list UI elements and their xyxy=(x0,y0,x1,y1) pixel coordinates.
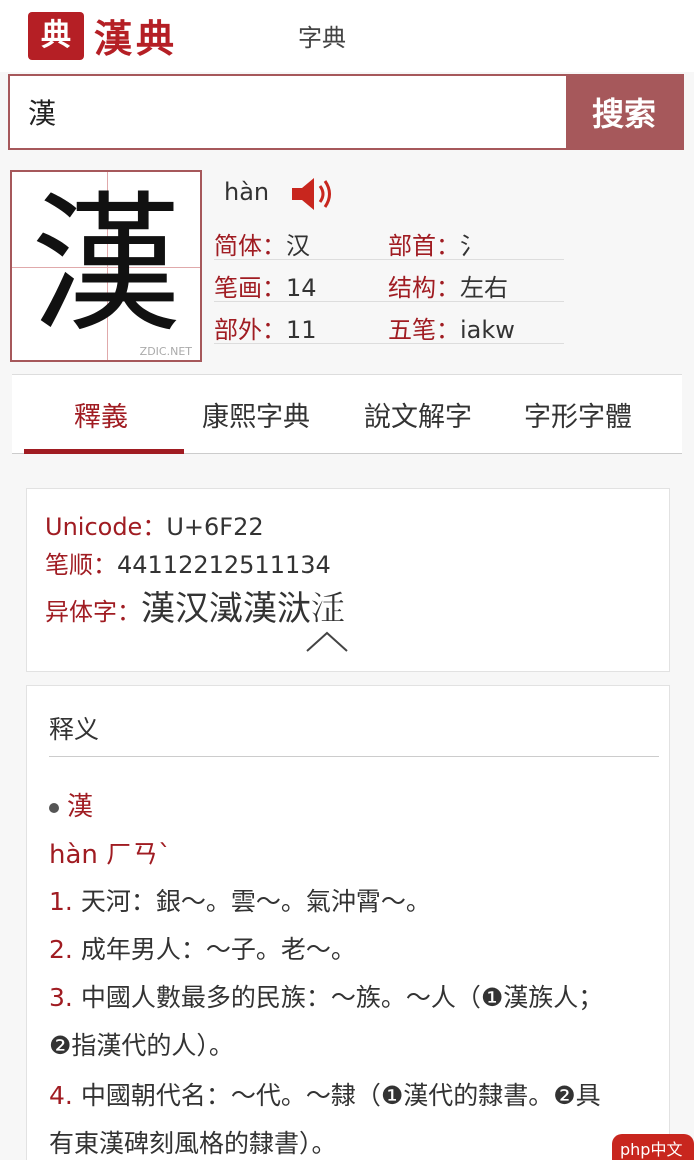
definition-card: 释义 漢 hàn ㄏㄢˋ 1. 天河：銀～。雲～。氣沖霄～。 2. 成年男人：～… xyxy=(26,685,670,1160)
character-glyph: 漢 xyxy=(30,179,181,353)
definition-item-cont: ❷指漢代的人）。 xyxy=(49,1031,234,1060)
info-row-1: 简体：汉 部首：氵 xyxy=(214,218,564,260)
tab-shiyi[interactable]: 釋義 xyxy=(74,395,128,434)
info-row-3: 部外：11 五笔：iakw xyxy=(214,302,564,344)
active-tab-indicator xyxy=(24,449,184,454)
headword: 漢 xyxy=(49,786,93,823)
bushou: 部首：氵 xyxy=(388,232,484,260)
definition-item: 3. 中國人數最多的民族：～族。～人（❶漢族人； xyxy=(49,983,604,1012)
tab-kangxi[interactable]: 康熙字典 xyxy=(202,395,310,434)
definition-item-cont: 有東漢碑刻風格的隸書）。 xyxy=(49,1129,337,1158)
search-bar: 搜索 xyxy=(8,74,684,150)
info-row-2: 笔画：14 结构：左右 xyxy=(214,260,564,302)
definition-item: 1. 天河：銀～。雲～。氣沖霄～。 xyxy=(49,887,431,916)
character-box: 漢 ZDIC.NET xyxy=(10,170,202,362)
bishun-line: 笔顺：44112212511134 xyxy=(45,551,331,579)
definition-item: 2. 成年男人：～子。老～。 xyxy=(49,935,356,964)
section-title: 释义 xyxy=(49,715,100,744)
site-logo[interactable]: 典 漢典 xyxy=(28,8,178,63)
speaker-icon[interactable] xyxy=(290,176,336,212)
search-button[interactable]: 搜索 xyxy=(566,76,682,148)
wubi: 五笔：iakw xyxy=(388,316,515,344)
top-bar: 典 漢典 字典 xyxy=(0,0,694,72)
nav-link-zidian[interactable]: 字典 xyxy=(298,18,346,53)
definition-item: 4. 中國朝代名：～代。～隸（❶漢代的隸書。❷具 xyxy=(49,1081,601,1110)
tab-bar: 釋義 康熙字典 說文解字 字形字體 xyxy=(12,374,682,454)
jianti: 简体：汉 xyxy=(214,232,310,260)
variant-characters[interactable]: 漢汉㵄漢𣴘𣳴 xyxy=(141,589,345,629)
yiti-line: 异体字：漢汉㵄漢𣴘𣳴 xyxy=(45,589,345,629)
pinyin: hàn xyxy=(224,178,270,206)
jiegou: 结构：左右 xyxy=(388,274,508,302)
tab-zixing[interactable]: 字形字體 xyxy=(524,395,632,434)
logo-seal: 典 xyxy=(28,11,84,60)
unicode-line: Unicode：U+6F22 xyxy=(45,513,264,541)
reading: hàn ㄏㄢˋ xyxy=(49,840,172,870)
watermark: ZDIC.NET xyxy=(139,345,192,358)
bihua: 笔画：14 xyxy=(214,274,317,302)
chevron-up-icon[interactable] xyxy=(305,629,349,653)
divider xyxy=(49,756,659,757)
buwai: 部外：11 xyxy=(214,316,317,344)
bullet-icon xyxy=(49,802,59,813)
search-input[interactable] xyxy=(10,76,566,148)
logo-text: 漢典 xyxy=(94,16,179,61)
tab-shuowen[interactable]: 說文解字 xyxy=(364,395,472,434)
php-site-logo: php中文网 xyxy=(612,1134,694,1160)
details-card: Unicode：U+6F22 笔顺：44112212511134 异体字：漢汉㵄… xyxy=(26,488,670,672)
